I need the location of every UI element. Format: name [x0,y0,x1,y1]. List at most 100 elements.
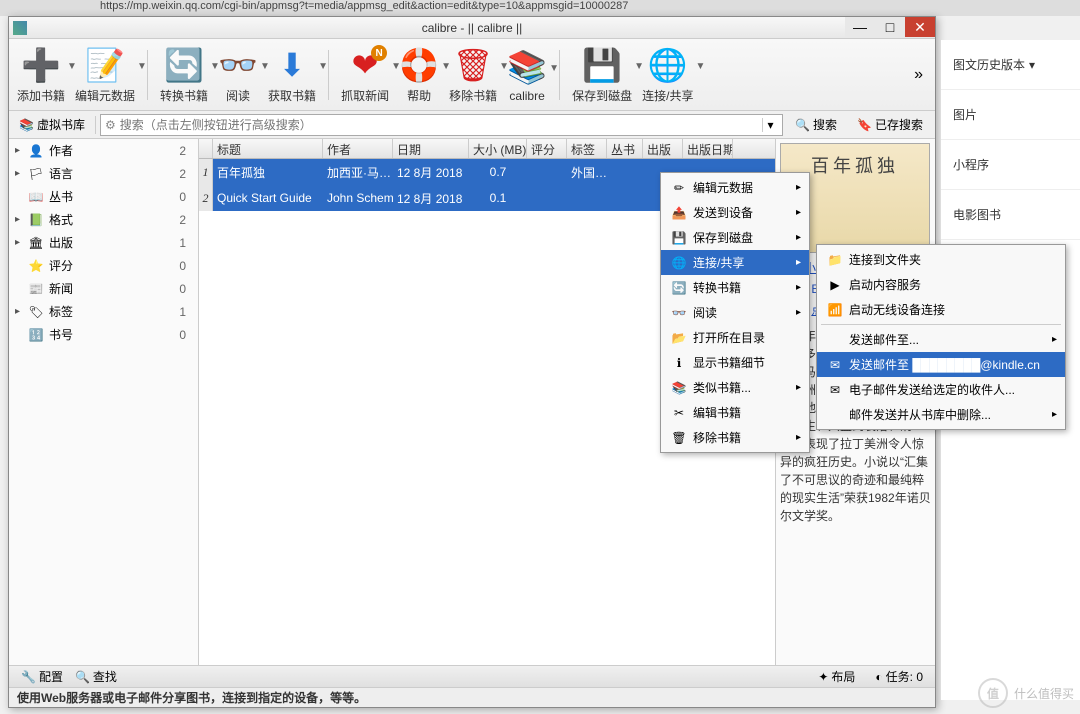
books-icon: 📚 [19,118,34,132]
chevron-right-icon: ▸ [1052,334,1057,345]
tool-icon: 📚 [507,47,547,87]
search-icon[interactable]: ⚙ [105,118,116,132]
submenu-item-启动无线设备连接[interactable]: 📶启动无线设备连接 [817,297,1065,322]
chevron-right-icon: ▸ [796,182,801,193]
menu-item-发送到设备[interactable]: 📤发送到设备▸ [661,200,809,225]
sidebar-item-标签[interactable]: ▸🏷标签1 [9,300,198,323]
sidebar-item-格式[interactable]: ▸📗格式2 [9,208,198,231]
history-dropdown[interactable]: 图文历史版本 ▾ [941,40,1080,90]
chevron-down-icon[interactable]: ▼ [695,61,705,72]
submenu-item-邮件发送并从书库中删除...[interactable]: 邮件发送并从书库中删除...▸ [817,402,1065,427]
chevron-right-icon: ▸ [796,382,801,393]
chevron-down-icon[interactable]: ▼ [549,63,559,74]
column-header[interactable]: 标题 [213,139,323,158]
submenu-item-连接到文件夹[interactable]: 📁连接到文件夹 [817,247,1065,272]
side-tab-图片[interactable]: 图片 [941,90,1080,140]
toolbar-保存到磁盘[interactable]: 💾保存到磁盘▼ [568,43,636,106]
sidebar-item-新闻[interactable]: 📰新闻0 [9,277,198,300]
window-controls: — □ ✕ [845,17,935,37]
tool-icon: ➕ [21,45,61,85]
menu-item-连接/共享[interactable]: 🌐连接/共享▸ [661,250,809,275]
sidebar-item-出版[interactable]: ▸🏛出版1 [9,231,198,254]
toolbar-获取书籍[interactable]: ⬇获取书籍▼ [264,43,320,106]
menu-item-打开所在目录[interactable]: 📂打开所在目录 [661,325,809,350]
url-bar: https://mp.weixin.qq.com/cgi-bin/appmsg?… [100,0,628,12]
spinner-icon: ◐ [875,670,882,684]
sidebar-item-评分[interactable]: ⭐评分0 [9,254,198,277]
toolbar-添加书籍[interactable]: ➕添加书籍▼ [13,43,69,106]
search-input-container: ⚙ ▾ [100,114,783,136]
chevron-right-icon: ▸ [796,307,801,318]
sidebar-item-语言[interactable]: ▸🏳语言2 [9,162,198,185]
layout-icon: ✦ [818,670,828,684]
watermark: 值 什么值得买 [978,678,1074,708]
window-title: calibre - || calibre || [422,21,523,35]
submenu-item-发送邮件至 ████████@kindle.cn[interactable]: ✉发送邮件至 ████████@kindle.cn [817,352,1065,377]
search-bar: 📚 虚拟书库 ⚙ ▾ 🔍 搜索 🔖 已存搜索 [9,111,935,139]
app-icon [13,21,27,35]
search-dropdown-button[interactable]: ▾ [762,118,778,132]
toolbar-移除书籍[interactable]: 🗑移除书籍▼ [445,43,501,106]
titlebar: calibre - || calibre || — □ ✕ [9,17,935,39]
toolbar-编辑元数据[interactable]: 📝编辑元数据▼ [71,43,139,106]
column-header[interactable]: 出版日期 [683,139,733,158]
submenu-item-启动内容服务[interactable]: ▶启动内容服务 [817,272,1065,297]
menu-item-编辑元数据[interactable]: ✏编辑元数据▸ [661,175,809,200]
config-button[interactable]: 🔧配置 [15,668,69,685]
column-header[interactable]: 作者 [323,139,393,158]
toolbar-转换书籍[interactable]: 🔄转换书籍▼ [156,43,212,106]
tasks-button[interactable]: ◐任务: 0 [869,668,929,685]
chevron-right-icon: ▸ [796,432,801,443]
chevron-down-icon: ▾ [1029,58,1035,72]
expand-icon: ▸ [15,237,27,248]
sidebar-item-作者[interactable]: ▸👤作者2 [9,139,198,162]
chevron-right-icon: ▸ [796,232,801,243]
submenu-item-发送邮件至...[interactable]: 发送邮件至...▸ [817,327,1065,352]
menu-item-保存到磁盘[interactable]: 💾保存到磁盘▸ [661,225,809,250]
submenu-item-电子邮件发送给选定的收件人...[interactable]: ✉电子邮件发送给选定的收件人... [817,377,1065,402]
toolbar-calibre[interactable]: 📚calibre▼ [503,45,551,105]
column-header[interactable]: 日期 [393,139,469,158]
toolbar-overflow[interactable]: » [906,62,931,88]
close-button[interactable]: ✕ [905,17,935,37]
chevron-down-icon[interactable]: ▼ [137,61,147,72]
virtual-library-button[interactable]: 📚 虚拟书库 [13,114,91,135]
menu-item-显示书籍细节[interactable]: ℹ显示书籍细节 [661,350,809,375]
chevron-down-icon[interactable]: ▼ [318,61,328,72]
sidebar-item-丛书[interactable]: 📖丛书0 [9,185,198,208]
sidebar-item-书号[interactable]: 🔢书号0 [9,323,198,346]
tool-icon: ❤N [345,45,385,85]
tool-icon: 🔄 [164,45,204,85]
column-header[interactable]: 评分 [527,139,567,158]
tool-icon: 🗑 [453,45,493,85]
saved-search-button[interactable]: 🔖 已存搜索 [849,114,931,135]
find-button[interactable]: 🔍查找 [69,668,123,685]
magnifier-icon: 🔍 [75,670,90,684]
chevron-right-icon: ▸ [1052,409,1057,420]
toolbar-帮助[interactable]: 🛟帮助▼ [395,43,443,106]
main-toolbar: ➕添加书籍▼📝编辑元数据▼ 🔄转换书籍▼👓阅读▼⬇获取书籍▼ ❤N抓取新闻▼🛟帮助▼… [9,39,935,111]
toolbar-阅读[interactable]: 👓阅读▼ [214,43,262,106]
menu-item-转换书籍[interactable]: 🔄转换书籍▸ [661,275,809,300]
layout-button[interactable]: ✦布局 [812,668,861,685]
column-header[interactable]: 大小 (MB) [469,139,527,158]
tool-icon: 👓 [218,45,258,85]
connect-share-submenu: 📁连接到文件夹▶启动内容服务📶启动无线设备连接发送邮件至...▸✉发送邮件至 █… [816,244,1066,430]
side-tab-小程序[interactable]: 小程序 [941,140,1080,190]
toolbar-连接/共享[interactable]: 🌐连接/共享▼ [638,43,697,106]
maximize-button[interactable]: □ [875,17,905,37]
tool-icon: 📝 [85,45,125,85]
magnifier-icon: 🔍 [795,118,810,132]
column-header[interactable]: 标签 [567,139,607,158]
search-input[interactable] [120,118,762,132]
column-header[interactable]: 出版 [643,139,683,158]
menu-item-移除书籍[interactable]: 🗑移除书籍▸ [661,425,809,450]
column-header[interactable]: 丛书 [607,139,643,158]
side-tab-电影图书[interactable]: 电影图书 [941,190,1080,240]
search-button[interactable]: 🔍 搜索 [787,114,845,135]
minimize-button[interactable]: — [845,17,875,37]
menu-item-阅读[interactable]: 👓阅读▸ [661,300,809,325]
menu-item-类似书籍...[interactable]: 📚类似书籍...▸ [661,375,809,400]
menu-item-编辑书籍[interactable]: ✂编辑书籍 [661,400,809,425]
toolbar-抓取新闻[interactable]: ❤N抓取新闻▼ [337,43,393,106]
